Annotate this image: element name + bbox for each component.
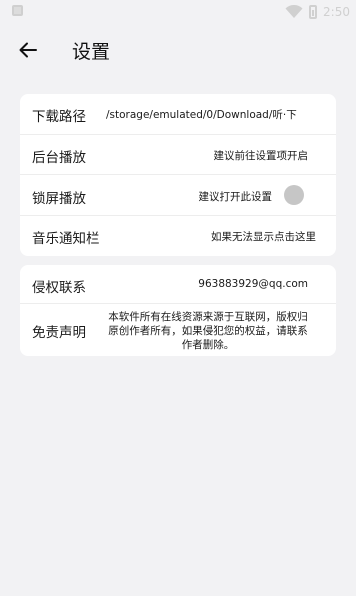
music-notification-label: 音乐通知栏 (32, 231, 100, 247)
status-time: 2:50 (323, 5, 350, 19)
download-path-value: /storage/emulated/0/Download/听·下 (106, 109, 297, 121)
disclaimer-row: 免责声明 本软件所有在线资源来源于互联网，版权归原创作者所有，如果侵犯您的权益，… (20, 304, 336, 356)
background-play-row[interactable]: 后台播放 建议前往设置项开启 (20, 135, 336, 175)
lockscreen-play-toggle[interactable] (284, 185, 304, 205)
page-title: 设置 (72, 41, 111, 63)
wifi-icon (285, 5, 303, 18)
background-play-label: 后台播放 (32, 150, 86, 166)
download-path-row[interactable]: 下载路径 /storage/emulated/0/Download/听·下 (20, 94, 336, 135)
background-play-value: 建议前往设置项开启 (213, 150, 309, 162)
about-card: 侵权联系 963883929@qq.com 免责声明 本软件所有在线资源来源于互… (20, 265, 336, 356)
app-header: 设置 (0, 32, 356, 68)
infringement-contact-label: 侵权联系 (32, 280, 86, 296)
lockscreen-play-value: 建议打开此设置 (198, 191, 273, 203)
disclaimer-text: 本软件所有在线资源来源于互联网，版权归原创作者所有，如果侵犯您的权益，请联系作者… (108, 311, 308, 351)
lockscreen-play-row: 锁屏播放 建议打开此设置 (20, 175, 336, 216)
infringement-contact-email: 963883929@qq.com (198, 278, 308, 290)
back-button[interactable] (14, 36, 42, 64)
settings-card: 下载路径 /storage/emulated/0/Download/听·下 后台… (20, 94, 336, 256)
arrow-left-icon (19, 42, 37, 58)
music-notification-value: 如果无法显示点击这里 (211, 231, 316, 243)
status-bar: 2:50 (0, 0, 356, 24)
notification-icon (12, 5, 23, 16)
music-notification-row[interactable]: 音乐通知栏 如果无法显示点击这里 (20, 216, 336, 256)
battery-icon (309, 5, 318, 19)
disclaimer-label: 免责声明 (32, 325, 86, 341)
status-icons: 2:50 (285, 3, 350, 21)
download-path-label: 下载路径 (32, 109, 86, 125)
infringement-contact-row[interactable]: 侵权联系 963883929@qq.com (20, 265, 336, 304)
lockscreen-play-label: 锁屏播放 (32, 191, 86, 207)
